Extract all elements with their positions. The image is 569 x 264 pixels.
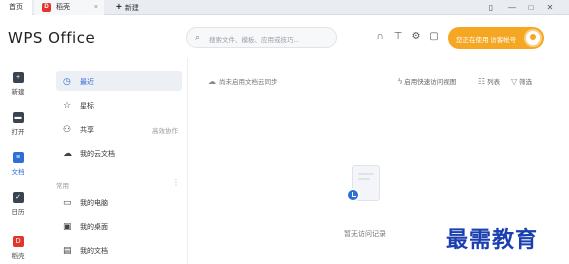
rail-item-documents[interactable]: ≡ 文档 (0, 144, 36, 182)
tab-docer[interactable]: D 稻壳 × (34, 0, 104, 15)
left-rail: + 新建 ▬ 打开 ≡ 文档 ✓ 日历 D 稻壳 (0, 58, 36, 264)
list-icon: ☷ (478, 77, 486, 86)
lightning-icon: ϟ (398, 77, 403, 86)
close-icon[interactable]: × (94, 0, 98, 15)
collaboration-hint: 高效协作 (152, 128, 178, 135)
rail-label: 日历 (11, 209, 25, 216)
rail-item-calendar[interactable]: ✓ 日历 (0, 184, 36, 222)
rail-item-docer[interactable]: D 稻壳 (0, 228, 36, 264)
clock-icon: ◷ (63, 76, 71, 86)
tab-docer-label: 稻壳 (56, 4, 70, 11)
empty-state-illustration (346, 163, 384, 207)
login-label: 您正在使用 访客帐号 (456, 37, 517, 44)
nav-item-shared[interactable]: ⚇ 共享 高效协作 (56, 119, 182, 139)
maximize-button[interactable]: □ (524, 0, 538, 15)
list-label: 列表 (487, 79, 501, 86)
tab-new-label: 新建 (124, 5, 139, 12)
nav-item-my-documents[interactable]: ▤ 我的文档 (56, 240, 182, 260)
rail-label: 稻壳 (11, 253, 25, 260)
nav-item-label: 星标 (80, 103, 94, 110)
nav-item-label: 我的电脑 (80, 200, 108, 207)
watermark: 最需教育 (446, 227, 539, 253)
calendar-icon: ✓ (12, 192, 24, 203)
tab-bar: 首页 D 稻壳 × + 新建 ▯ — □ ✕ (0, 0, 569, 15)
login-button[interactable]: 您正在使用 访客帐号 (448, 27, 544, 49)
filter-label: 筛选 (519, 79, 533, 86)
nav-item-my-desktop[interactable]: ▣ 我的桌面 (56, 216, 182, 236)
section-label-common: 常用 (56, 183, 69, 190)
search-input[interactable]: ⌕ 搜索文件、模板、应用或技巧... (186, 27, 337, 48)
nav-item-my-computer[interactable]: ▭ 我的电脑 (56, 192, 182, 212)
desktop-icon: ▣ (63, 221, 72, 231)
cloud-icon: ☁ (208, 77, 216, 86)
cloud-icon: ☁ (63, 148, 72, 158)
docer-icon: D (12, 236, 24, 247)
rail-item-open[interactable]: ▬ 打开 (0, 104, 36, 142)
message-icon[interactable]: ▢ (428, 31, 440, 43)
close-window-button[interactable]: ✕ (543, 0, 557, 15)
filter-button[interactable]: ▽ 筛选 (511, 76, 532, 86)
nav-item-label: 我的文档 (80, 248, 108, 255)
window-layout-icon[interactable]: ▯ (484, 0, 498, 15)
more-icon[interactable]: ⋮ (172, 178, 180, 187)
filter-icon: ▽ (511, 77, 518, 86)
gear-icon[interactable]: ⚙ (410, 31, 422, 43)
avatar (524, 29, 542, 47)
docer-logo-icon: D (42, 3, 51, 12)
nav-item-cloud-docs[interactable]: ☁ 我的云文档 (56, 143, 182, 163)
paper-line (358, 178, 370, 180)
quick-access-label: 启用快速访问视图 (404, 79, 457, 86)
search-placeholder: 搜索文件、模板、应用或技巧... (209, 37, 299, 44)
cloud-sync-notice[interactable]: ☁ 尚未启用文档云同步 (208, 76, 278, 86)
plus-icon: + (116, 2, 122, 13)
rail-item-new[interactable]: + 新建 (0, 64, 36, 102)
star-icon: ☆ (63, 100, 72, 110)
quick-access-button[interactable]: ϟ 启用快速访问视图 (398, 76, 456, 86)
folder-icon: ▬ (12, 112, 24, 123)
rail-label: 文档 (11, 169, 25, 176)
nav-item-starred[interactable]: ☆ 星标 (56, 95, 182, 115)
list-view-button[interactable]: ☷ 列表 (478, 76, 500, 86)
rail-label: 新建 (11, 89, 25, 96)
clock-icon (346, 188, 360, 202)
search-icon: ⌕ (195, 32, 201, 42)
nav-item-recent[interactable]: ◷ 最近 (56, 71, 182, 91)
nav-panel: ◷ 最近 ☆ 星标 ⚇ 共享 高效协作 ☁ 我的云文档 常用 ⋮ ▭ 我的电脑 … (48, 58, 188, 264)
nav-item-label: 最近 (80, 79, 94, 86)
rail-label: 打开 (11, 129, 25, 136)
headset-icon[interactable]: ∩ (374, 31, 386, 43)
new-icon: + (12, 72, 24, 83)
shirt-icon[interactable]: ⊤ (392, 31, 404, 43)
empty-state-text: 暂无访问记录 (344, 231, 386, 238)
computer-icon: ▭ (63, 197, 72, 207)
nav-item-label: 我的桌面 (80, 224, 108, 231)
documents-icon: ▤ (63, 245, 72, 255)
document-icon: ≡ (12, 152, 24, 163)
tab-new[interactable]: + 新建 (116, 0, 166, 15)
minimize-button[interactable]: — (505, 0, 519, 15)
nav-item-label: 我的云文档 (80, 151, 115, 158)
wps-logo: WPS Office (8, 29, 96, 47)
tab-home[interactable]: 首页 (0, 0, 32, 15)
paper-line (358, 173, 374, 175)
share-icon: ⚇ (63, 124, 72, 134)
sync-text: 尚未启用文档云同步 (219, 79, 278, 86)
nav-item-label: 共享 (80, 127, 94, 134)
